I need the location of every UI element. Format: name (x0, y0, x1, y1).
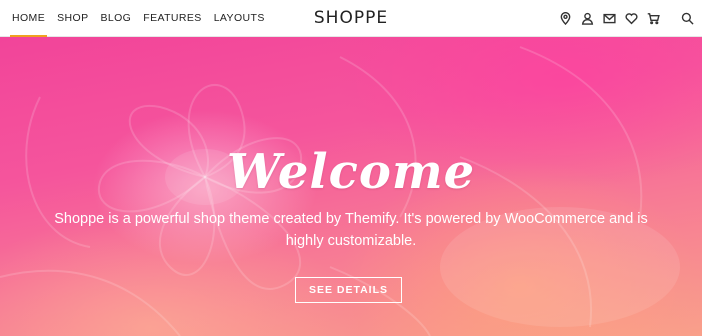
cart-icon[interactable] (646, 12, 660, 26)
hero-description: Shoppe is a powerful shop theme created … (54, 211, 648, 249)
nav-item-home[interactable]: HOME (9, 0, 48, 37)
nav-item-layouts[interactable]: LAYOUTS (214, 0, 265, 37)
nav-item-shop[interactable]: SHOP (57, 0, 88, 37)
nav-item-features[interactable]: FEATURES (143, 0, 201, 37)
heart-icon[interactable] (624, 12, 638, 26)
hero-title: Welcome (226, 144, 476, 200)
header-icons (550, 0, 694, 37)
user-icon[interactable] (580, 12, 594, 26)
search-icon[interactable] (680, 12, 694, 26)
mail-icon[interactable] (602, 12, 616, 26)
hero-banner: Welcome Shoppe is a powerful shop theme … (0, 37, 702, 336)
site-logo[interactable]: SHOPPE (314, 8, 388, 28)
map-pin-icon[interactable] (558, 12, 572, 26)
nav-item-blog[interactable]: BLOG (100, 0, 131, 37)
see-details-button[interactable]: SEE DETAILS (295, 277, 402, 303)
site-header: HOME SHOP BLOG FEATURES LAYOUTS SHOPPE (0, 0, 702, 37)
main-nav: HOME SHOP BLOG FEATURES LAYOUTS (9, 0, 277, 37)
